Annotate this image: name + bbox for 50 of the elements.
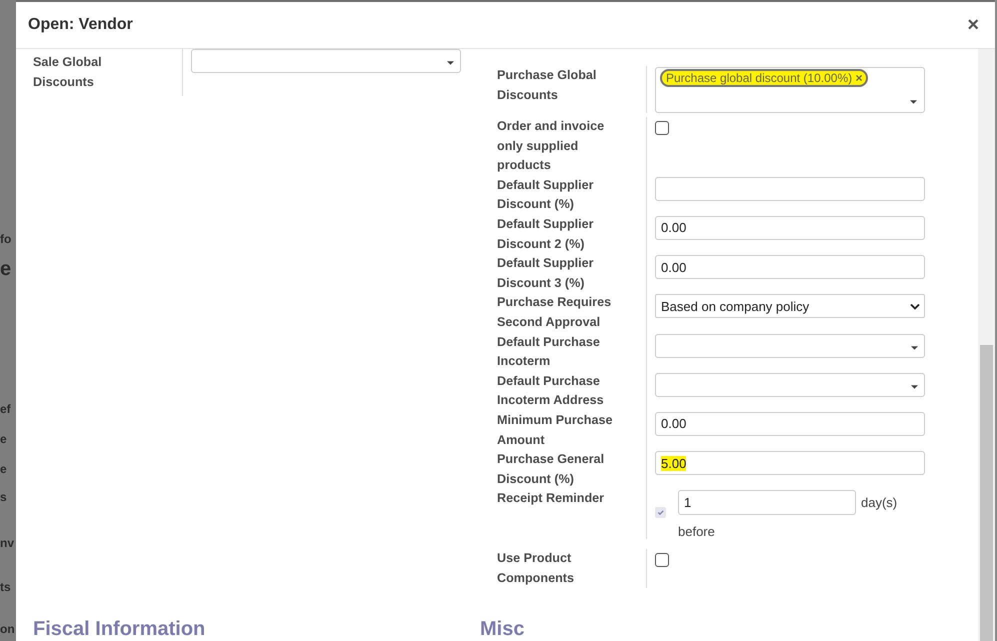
backdrop-text: s	[0, 490, 7, 504]
backdrop-text: on	[0, 622, 15, 636]
backdrop-text: e	[0, 432, 7, 446]
input-field[interactable]: 0.00	[655, 216, 925, 240]
backdrop-text: nv	[0, 536, 14, 550]
input-field[interactable]: 5.00	[655, 451, 925, 476]
close-button[interactable]: ×	[963, 14, 983, 36]
field-label: Default Purchase Incoterm Address	[497, 372, 647, 411]
backdrop-text: ef	[0, 402, 11, 416]
backdrop-text: ts	[0, 580, 11, 594]
field-label: Use Product Components	[497, 549, 647, 588]
backdrop-text: e	[0, 258, 12, 281]
tag-chip: Purchase global discount (10.00%) ×	[660, 69, 868, 87]
field-label: Sale Global Discounts	[33, 49, 183, 96]
checkbox[interactable]	[655, 553, 669, 568]
backdrop-text: fo	[0, 232, 12, 246]
dropdown-field[interactable]	[655, 334, 925, 358]
input-field[interactable]: 1	[678, 490, 856, 516]
caret-icon	[911, 384, 918, 389]
field-label: Minimum Purchase Amount	[497, 410, 647, 450]
dialog-title: Open: Vendor	[28, 16, 133, 34]
field-label: Purchase General Discount (%)	[497, 450, 647, 490]
input-field[interactable]: 0.00	[655, 255, 925, 280]
checkbox[interactable]	[655, 121, 669, 135]
unit-label: day(s)	[861, 495, 898, 510]
input-field[interactable]	[655, 176, 925, 201]
field-label: Receipt Reminder	[497, 489, 647, 540]
tags-field[interactable]: Purchase global discount (10.00%) ×	[655, 67, 925, 113]
field-label: Default Purchase Incoterm	[497, 332, 647, 372]
chevron-icon	[910, 302, 920, 310]
field-label: Purchase Global Discounts	[497, 66, 647, 113]
field-label: Default Supplier Discount 2 (%)	[497, 214, 647, 254]
scrollbar-thumb[interactable]	[980, 345, 993, 641]
section-heading: Fiscal Information	[32, 618, 206, 641]
caret-icon	[447, 61, 454, 65]
input-field[interactable]: 0.00	[655, 412, 925, 436]
checkbox[interactable]	[655, 507, 666, 518]
dropdown-field[interactable]	[191, 49, 461, 73]
field-label: Default Supplier Discount 3 (%)	[497, 254, 647, 294]
field-label: Default Supplier Discount (%)	[497, 176, 647, 215]
dropdown-field[interactable]	[655, 372, 925, 397]
suffix-label: before	[678, 524, 716, 540]
scrollbar[interactable]	[978, 49, 995, 641]
field-label: Order and invoice only supplied products	[497, 117, 647, 176]
backdrop-text: e	[0, 462, 7, 476]
field-label: Purchase Requires Second Approval	[497, 293, 647, 333]
select-field[interactable]: Based on company policy	[655, 294, 925, 318]
caret-icon	[911, 346, 918, 350]
section-heading: Misc	[480, 618, 526, 641]
caret-icon	[910, 100, 917, 104]
